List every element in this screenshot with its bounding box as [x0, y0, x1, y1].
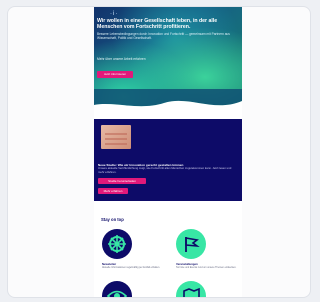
publication-image — [101, 125, 131, 149]
more-button[interactable]: Mehr erfahren — [98, 188, 128, 194]
hero-text: Bessere Lebensbedingungen durch Innovati… — [97, 32, 230, 40]
feature-text: Unsere aktuelle Veröffentlichung zeigt, … — [98, 166, 232, 174]
preview-card: ·i· Wir wollen in einer Gesellschaft leb… — [7, 6, 311, 298]
flag-icon — [176, 229, 206, 259]
eye-icon — [102, 281, 132, 297]
stay-item-text: Termine und Events rund um unsere Themen… — [176, 266, 237, 269]
download-button[interactable]: Studie herunterladen — [98, 178, 146, 184]
hero-title: Wir wollen in einer Gesellschaft leben, … — [97, 18, 218, 30]
email-preview: ·i· Wir wollen in einer Gesellschaft leb… — [94, 7, 242, 297]
stay-item-text: Aktuelle Informationen regelmäßig per E-… — [102, 266, 160, 269]
hero-section: ·i· Wir wollen in einer Gesellschaft leb… — [94, 7, 242, 111]
network-icon — [102, 229, 132, 259]
logo: ·i· — [110, 11, 119, 17]
hero-button[interactable]: Jetzt informieren — [97, 71, 133, 78]
hero-subtext: Mehr über unsere Arbeit erfahren — [97, 57, 146, 61]
wave-divider — [94, 89, 242, 111]
map-icon — [176, 281, 206, 297]
stay-title: Stay on top — [101, 217, 124, 222]
